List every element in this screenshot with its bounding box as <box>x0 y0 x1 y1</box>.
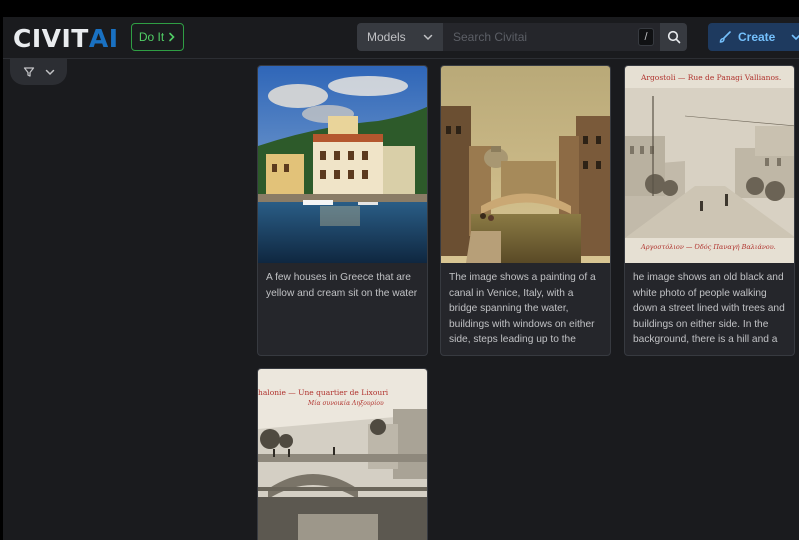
filter-icon <box>23 66 34 77</box>
card-caption: he image shows an old black and white ph… <box>633 272 785 350</box>
brush-icon <box>719 31 731 43</box>
search-shortcut-key: / <box>638 28 654 46</box>
app-frame: CIVITAI Do It Models / Create <box>3 17 799 540</box>
image-card[interactable]: The image shows a painting of a canal in… <box>440 65 611 356</box>
create-button[interactable]: Create <box>708 23 799 51</box>
image-card[interactable]: A few houses in Greece that are yellow a… <box>257 65 428 356</box>
card-image-lixouri-postcard: halonie — Une quartier de Lixouri Μία συ… <box>258 369 427 540</box>
search-box: / <box>443 23 660 51</box>
do-it-label: Do It <box>138 30 165 44</box>
image-card[interactable]: Argostoli — Rue de Panagi Vallianos. Αργ… <box>624 65 795 356</box>
model-type-select[interactable]: Models <box>357 23 443 51</box>
postcard-title: Argostoli — Rue de Panagi Vallianos. <box>640 73 781 82</box>
search-group: Models / <box>357 23 687 51</box>
do-it-button[interactable]: Do It <box>131 23 184 51</box>
model-select-value: Models <box>367 30 406 44</box>
card-caption: A few houses in Greece that are yellow a… <box>266 272 418 299</box>
create-chevron-icon <box>792 34 799 41</box>
header: CIVITAI Do It Models / Create <box>3 17 799 59</box>
filter-button[interactable] <box>10 58 67 85</box>
postcard-subtitle: Αργοστόλιον — Όδός Παναγή Βαλιάνου. <box>640 243 776 251</box>
card-image-argostoli-postcard: Argostoli — Rue de Panagi Vallianos. Αργ… <box>625 66 794 263</box>
create-label: Create <box>738 30 776 44</box>
postcard-subtitle: Μία συνοικία Ληξουρίου <box>307 400 384 407</box>
civitai-logo[interactable]: CIVIT AI <box>13 23 119 53</box>
logo-text-civit: CIVIT <box>13 23 89 53</box>
search-icon <box>667 30 680 44</box>
card-image-greek-houses <box>258 66 427 263</box>
card-caption: The image shows a painting of a canal in… <box>449 272 597 350</box>
card-image-venice-painting <box>441 66 610 263</box>
image-card[interactable]: halonie — Une quartier de Lixouri Μία συ… <box>257 368 428 540</box>
chevron-down-icon <box>45 69 54 75</box>
logo-text-ai: AI <box>88 23 119 53</box>
chevron-right-icon <box>169 32 175 42</box>
chevron-down-icon <box>423 34 433 41</box>
postcard-title: halonie — Une quartier de Lixouri <box>258 388 389 397</box>
search-button[interactable] <box>660 23 687 51</box>
search-input[interactable] <box>453 30 633 44</box>
